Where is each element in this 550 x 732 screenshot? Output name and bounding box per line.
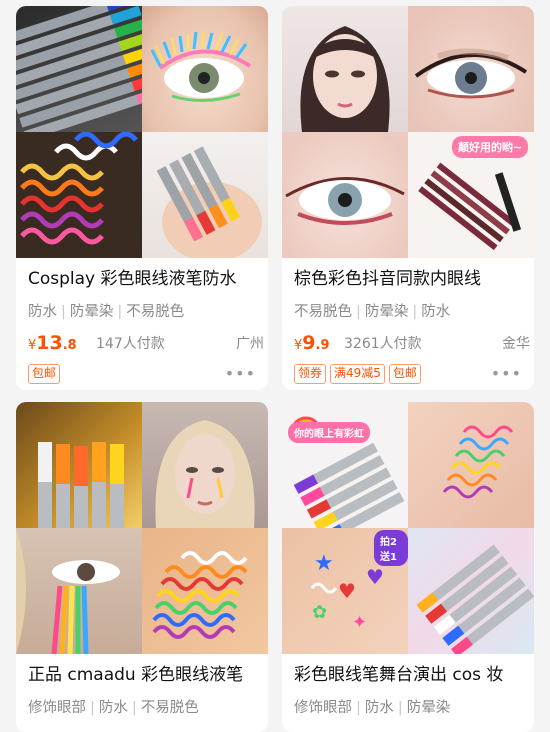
svg-text:♥: ♥ — [366, 565, 384, 589]
tag: 防水 — [86, 700, 128, 716]
svg-text:✿: ✿ — [312, 602, 327, 623]
image-pencils — [16, 6, 142, 132]
image-eye — [142, 6, 268, 132]
price: ¥13.8 — [28, 332, 77, 354]
product-title[interactable]: 彩色眼线笔舞台演出 cos 妆 — [294, 664, 530, 686]
image-swatches — [16, 132, 142, 258]
svg-text:✦: ✦ — [352, 612, 367, 633]
more-options-icon[interactable]: ••• — [225, 366, 256, 382]
promo-sticker: 颠好用的哟~ — [452, 136, 529, 158]
image-model-face — [282, 6, 408, 132]
image-eye-closeup — [408, 6, 534, 132]
sold-count: 147人付款 — [96, 336, 165, 352]
free-shipping-badge: 包邮 — [28, 364, 61, 384]
price-decimal: .8 — [62, 338, 77, 353]
price-decimal: .9 — [315, 338, 330, 353]
product-tags: 修饰眼部防水不易脱色 — [28, 696, 199, 717]
image-rainbow-banner: 你的眼上有彩虹 — [282, 402, 408, 528]
promo-badges: 包邮 — [28, 364, 61, 384]
product-title[interactable]: 棕色彩色抖音同款内眼线 — [294, 268, 530, 290]
svg-text:♥: ♥ — [338, 579, 356, 603]
image-pencils-sparkle — [408, 528, 534, 654]
image-model-blonde — [142, 402, 268, 528]
discount-badge: 满49减5 — [330, 364, 385, 384]
tag: 不易脱色 — [294, 304, 352, 320]
tag: 不易脱色 — [113, 304, 184, 320]
tag: 防水 — [408, 304, 450, 320]
promo-banner: 你的眼上有彩虹 — [288, 422, 370, 443]
location: 金华 — [502, 336, 530, 352]
product-image[interactable] — [16, 402, 268, 654]
tag: 修饰眼部 — [294, 700, 352, 716]
price: ¥9.9 — [294, 332, 330, 354]
price-integer: 9 — [302, 332, 316, 354]
image-arm-swatches — [142, 528, 268, 654]
product-card[interactable]: 你的眼上有彩虹 ★ ♥ ♥ ✿ ✦ 拍2送1 彩色眼线笔舞台演出 cos 妆 修… — [282, 402, 534, 732]
product-card[interactable]: 颠好用的哟~ 棕色彩色抖音同款内眼线 不易脱色防晕染防水 ¥9.9 3261人付… — [282, 6, 534, 390]
product-title[interactable]: Cosplay 彩色眼线液笔防水 — [28, 268, 264, 290]
product-tags: 防水防晕染不易脱色 — [28, 300, 184, 321]
more-options-icon[interactable]: ••• — [491, 366, 522, 382]
sold-count: 3261人付款 — [344, 336, 422, 352]
image-doodles: ★ ♥ ♥ ✿ ✦ 拍2送1 — [282, 528, 408, 654]
gift-sticker: 拍2送1 — [374, 530, 408, 566]
image-arm-waves — [408, 402, 534, 528]
coupon-badge[interactable]: 领券 — [294, 364, 327, 384]
tag: 修饰眼部 — [28, 700, 86, 716]
tag: 防晕染 — [352, 304, 408, 320]
image-eye-red — [282, 132, 408, 258]
location: 广州 — [236, 336, 264, 352]
tag: 不易脱色 — [128, 700, 199, 716]
tag: 防水 — [28, 304, 57, 320]
tag: 防晕染 — [394, 700, 450, 716]
image-rainbow-tears — [16, 528, 142, 654]
image-pencils-brown: 颠好用的哟~ — [408, 132, 534, 258]
price-integer: 13 — [36, 332, 63, 354]
product-title[interactable]: 正品 cmaadu 彩色眼线液笔 — [28, 664, 264, 686]
image-pencils-gold — [16, 402, 142, 528]
price-row: ¥13.8 147人付款 广州 — [28, 332, 264, 356]
svg-text:★: ★ — [314, 551, 334, 576]
product-image[interactable] — [16, 6, 268, 258]
product-card[interactable]: 正品 cmaadu 彩色眼线液笔 修饰眼部防水不易脱色 — [16, 402, 268, 732]
promo-badges: 领券 满49减5 包邮 — [294, 364, 421, 384]
tag: 防水 — [352, 700, 394, 716]
product-grid: Cosplay 彩色眼线液笔防水 防水防晕染不易脱色 ¥13.8 147人付款 … — [0, 0, 550, 732]
free-shipping-badge: 包邮 — [388, 364, 421, 384]
product-card[interactable]: Cosplay 彩色眼线液笔防水 防水防晕染不易脱色 ¥13.8 147人付款 … — [16, 6, 268, 390]
product-tags: 修饰眼部防水防晕染 — [294, 696, 450, 717]
price-row: ¥9.9 3261人付款 金华 — [294, 332, 530, 356]
product-image[interactable]: 你的眼上有彩虹 ★ ♥ ♥ ✿ ✦ 拍2送1 — [282, 402, 534, 654]
product-tags: 不易脱色防晕染防水 — [294, 300, 450, 321]
product-image[interactable]: 颠好用的哟~ — [282, 6, 534, 258]
tag: 防晕染 — [57, 304, 113, 320]
image-hand — [142, 132, 268, 258]
